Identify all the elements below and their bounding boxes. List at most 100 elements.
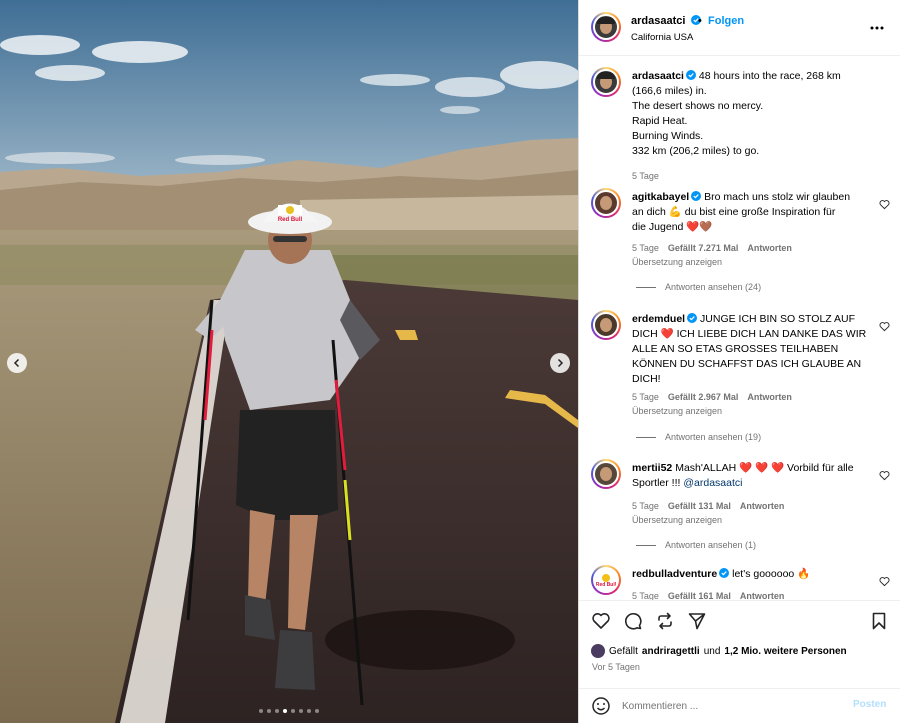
view-replies-label[interactable]: Antworten ansehen (19) [665, 432, 761, 442]
comment-line: an dich 💪 du bist eine große Inspiration… [632, 206, 836, 218]
caption-text: ardasaatci 48 hours into the race, 268 k… [632, 69, 875, 159]
author-username-text[interactable]: ardasaatci [631, 15, 685, 27]
caption-line: Burning Winds. [632, 130, 704, 142]
liker-username[interactable]: andriragettli [642, 646, 700, 657]
reply-button[interactable]: Antworten [747, 392, 792, 402]
caption-username[interactable]: ardasaatci [632, 70, 684, 82]
emoji-icon[interactable] [591, 696, 611, 716]
comment-time[interactable]: 5 Tage [632, 501, 659, 511]
comment-text: mertii52 Mash'ALLAH ❤️ ❤️ ❤️ Vorbild für… [632, 461, 875, 491]
carousel-dot [291, 709, 295, 713]
caption-line: 332 km (206,2 miles) to go. [632, 145, 760, 157]
avatar-logo-text: Red Bull [596, 582, 617, 588]
caption-line: 48 hours into the race, 268 km [698, 70, 841, 82]
verified-badge-icon [685, 70, 696, 80]
reply-button[interactable]: Antworten [740, 501, 785, 511]
comment-likes[interactable]: Gefällt 161 Mal [668, 591, 731, 600]
view-replies-button[interactable]: Antworten ansehen (24) [636, 282, 761, 292]
comments-list[interactable]: ardasaatci 48 hours into the race, 268 k… [579, 57, 900, 600]
view-replies-label[interactable]: Antworten ansehen (1) [665, 540, 756, 550]
carousel-indicator [0, 709, 578, 713]
carousel-dot [283, 709, 287, 713]
reply-button[interactable]: Antworten [740, 591, 785, 600]
liker-avatar[interactable] [591, 644, 605, 658]
replies-line [636, 436, 656, 438]
comment-time[interactable]: 5 Tage [632, 591, 659, 600]
translate-link[interactable]: Übersetzung anzeigen [632, 406, 722, 416]
carousel-next-button[interactable] [550, 353, 570, 373]
post-location[interactable]: California USA [631, 32, 693, 43]
repost-icon[interactable] [655, 611, 675, 631]
translate-link[interactable]: Übersetzung anzeigen [632, 515, 722, 525]
translate-link[interactable]: Übersetzung anzeigen [632, 257, 722, 267]
comment-meta: 5 Tage Gefällt 7.271 Mal Antworten [632, 243, 792, 253]
cap-logo-text: Red Bull [278, 217, 303, 223]
more-options-icon[interactable] [869, 20, 885, 36]
redbull-logo-icon: Red Bull [596, 574, 617, 588]
caption-avatar[interactable] [591, 67, 621, 97]
post-comment-button[interactable]: Posten [853, 699, 886, 710]
carousel-prev-button[interactable] [7, 353, 27, 373]
caption-line: The desert shows no mercy. [632, 100, 764, 112]
share-send-icon[interactable] [687, 611, 707, 631]
comment-line: DICH! [632, 373, 661, 385]
likes-count[interactable]: 1,2 Mio. weitere Personen [724, 646, 846, 657]
comment-line: Mash'ALLAH ❤️ ❤️ ❤️ Vorbild für alle [675, 462, 854, 474]
caption-meta: 5 Tage [632, 171, 659, 181]
like-heart-icon[interactable] [591, 611, 611, 631]
commenter-username[interactable]: erdemduel [632, 313, 685, 325]
caption-time[interactable]: 5 Tage [632, 171, 659, 181]
comment-likes[interactable]: Gefällt 131 Mal [668, 501, 731, 511]
post-sidebar: ardasaatci • Folgen California USA ardas… [578, 0, 900, 723]
like-comment-heart-icon[interactable] [879, 576, 890, 587]
commenter-username[interactable]: agitkabayel [632, 191, 689, 203]
comment-line: JUNGE ICH BIN SO STOLZ AUF [700, 313, 856, 325]
commenter-username[interactable]: mertii52 [632, 462, 672, 474]
likes-prefix: Gefällt [609, 645, 638, 657]
comment-meta: 5 Tage Gefällt 131 Mal Antworten [632, 501, 784, 511]
comment-line: ALLE AN SO ETAS GROSSES TEILHABEN [632, 343, 839, 355]
comment-likes[interactable]: Gefällt 2.967 Mal [668, 392, 739, 402]
comment-bubble-icon[interactable] [623, 611, 643, 631]
like-comment-heart-icon[interactable] [879, 321, 890, 332]
comment-composer: Posten [579, 688, 900, 723]
comment-line: Sportler !!! [632, 477, 684, 489]
carousel-dot [267, 709, 271, 713]
commenter-avatar[interactable]: Red Bull [591, 565, 621, 595]
comment-line: let's goooooo 🔥 [732, 568, 811, 580]
mention-link[interactable]: @ardasaatci [683, 477, 742, 489]
carousel-dot [315, 709, 319, 713]
carousel-dot [307, 709, 311, 713]
commenter-avatar[interactable] [591, 188, 621, 218]
reply-button[interactable]: Antworten [747, 243, 792, 253]
commenter-avatar[interactable] [591, 310, 621, 340]
verified-badge-icon [687, 313, 698, 323]
follow-button[interactable]: Folgen [708, 15, 744, 27]
comment-meta: 5 Tage Gefällt 2.967 Mal Antworten [632, 392, 792, 402]
view-replies-button[interactable]: Antworten ansehen (19) [636, 432, 761, 442]
like-comment-heart-icon[interactable] [879, 470, 890, 481]
post-date[interactable]: Vor 5 Tagen [592, 662, 640, 672]
verified-badge-icon [691, 191, 702, 201]
commenter-username[interactable]: redbulladventure [632, 568, 717, 580]
header-separator: • [698, 15, 702, 27]
likes-summary[interactable]: Gefällt andriragettli und 1,2 Mio. weite… [591, 644, 847, 658]
comment-likes[interactable]: Gefällt 7.271 Mal [668, 243, 739, 253]
author-username[interactable]: ardasaatci [631, 15, 701, 27]
post-header: ardasaatci • Folgen California USA [579, 0, 900, 56]
comment-input[interactable] [622, 698, 842, 714]
view-replies-label[interactable]: Antworten ansehen (24) [665, 282, 761, 292]
author-avatar[interactable] [591, 12, 621, 42]
comment-time[interactable]: 5 Tage [632, 392, 659, 402]
caption-line: Rapid Heat. [632, 115, 688, 127]
comment-text: agitkabayel Bro mach uns stolz wir glaub… [632, 190, 875, 235]
replies-line [636, 286, 656, 288]
save-bookmark-icon[interactable] [869, 611, 889, 631]
like-comment-heart-icon[interactable] [879, 199, 890, 210]
post-photo: Red Bull [0, 0, 578, 723]
comment-time[interactable]: 5 Tage [632, 243, 659, 253]
chevron-left-icon [13, 358, 20, 368]
comment-text: redbulladventure let's goooooo 🔥 [632, 567, 875, 582]
commenter-avatar[interactable] [591, 459, 621, 489]
view-replies-button[interactable]: Antworten ansehen (1) [636, 540, 756, 550]
